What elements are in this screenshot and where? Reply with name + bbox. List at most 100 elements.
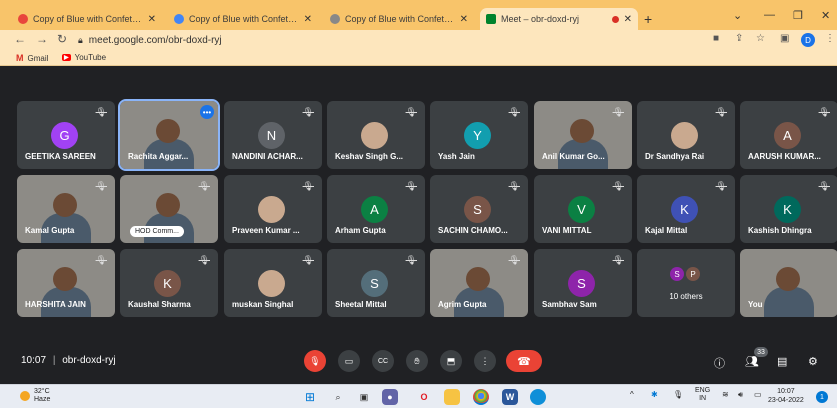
mic-muted-icon: 🎙︎ — [508, 107, 520, 117]
participant-tile[interactable]: 🎙︎ Keshav Singh G... — [327, 101, 425, 169]
participant-tile[interactable]: 🎙︎ HOD Comm... — [120, 175, 218, 243]
search-icon[interactable]: ⌕ — [330, 389, 346, 405]
participant-tile[interactable]: 🎙︎ muskan Singhal — [224, 249, 322, 317]
opera-icon[interactable]: O — [416, 389, 432, 405]
people-icon[interactable]: 👥︎ — [745, 355, 759, 368]
forward-icon[interactable]: → — [36, 32, 48, 46]
system-clock[interactable]: 10:07 23-04-2022 — [768, 387, 804, 405]
file-explorer-icon[interactable] — [444, 389, 460, 405]
window-close-icon[interactable]: ✕ — [821, 9, 830, 22]
bookmark-gmail[interactable]: M Gmail — [16, 53, 48, 63]
address-bar[interactable]: 🔒︎ meet.google.com/obr-doxd-ryj — [78, 31, 698, 49]
participant-tile[interactable]: 🎙︎ HARSHITA JAIN — [17, 249, 115, 317]
participant-tile[interactable]: K 🎙︎ Kajal Mittal — [637, 175, 735, 243]
chrome-icon[interactable] — [473, 389, 489, 405]
side-panel-icon[interactable]: ▣ — [780, 33, 789, 44]
microphone-icon[interactable]: 🎙︎ — [673, 390, 683, 399]
tile-options-icon[interactable]: ••• — [200, 105, 214, 119]
mic-muted-icon: 🎙︎ — [612, 107, 624, 117]
new-tab-icon[interactable]: + — [644, 11, 652, 27]
participant-tile[interactable]: G 🎙︎ GEETIKA SAREEN — [17, 101, 115, 169]
bookmark-star-icon[interactable]: ☆ — [756, 33, 765, 44]
close-icon[interactable]: ✕ — [304, 14, 312, 25]
participant-tile[interactable]: Y 🎙︎ Yash Jain — [430, 101, 528, 169]
meet-favicon-icon — [486, 14, 496, 24]
browser-tab-2[interactable]: Copy of Blue with Confetti Classr ✕ — [168, 8, 318, 30]
restore-icon[interactable]: ❐ — [793, 9, 803, 22]
youtube-icon: ▶ — [62, 54, 71, 61]
participant-tile[interactable]: You — [740, 249, 837, 317]
mic-off-icon: 🎙︎ — [309, 355, 321, 366]
participant-tile[interactable]: 🎙︎ Kamal Gupta — [17, 175, 115, 243]
participant-tile[interactable]: N 🎙︎ NANDINI ACHAR... — [224, 101, 322, 169]
close-icon[interactable]: ✕ — [624, 14, 632, 25]
participant-tile[interactable]: S 🎙︎ Sambhav Sam — [534, 249, 632, 317]
wifi-icon[interactable]: ≋ — [722, 390, 729, 399]
participant-tile[interactable]: ••• Rachita Aggar... — [118, 99, 220, 171]
close-icon[interactable]: ✕ — [460, 14, 468, 25]
edge-icon[interactable] — [530, 389, 546, 405]
info-icon[interactable]: ⓘ — [714, 355, 725, 371]
participant-tile[interactable]: S 🎙︎ SACHIN CHAMO... — [430, 175, 528, 243]
menu-kebab-icon[interactable]: ⋮ — [825, 33, 835, 44]
share-icon[interactable]: ⇪ — [735, 33, 743, 44]
word-icon[interactable]: W — [502, 389, 518, 405]
mic-muted-icon: 🎙︎ — [95, 181, 107, 191]
bookmark-youtube[interactable]: ▶ YouTube — [62, 53, 106, 62]
chat-app-icon[interactable]: ● — [382, 389, 398, 405]
bluetooth-icon[interactable]: ✱ — [651, 390, 658, 399]
participant-tile[interactable]: S 🎙︎ Sheetal Mittal — [327, 249, 425, 317]
participant-tile[interactable]: 🎙︎ Anil Kumar Go... — [534, 101, 632, 169]
present-button[interactable]: ⬒ — [440, 350, 462, 372]
mini-avatar: P — [686, 267, 700, 281]
close-icon[interactable]: ✕ — [148, 14, 156, 25]
participant-video — [570, 119, 594, 143]
camera-in-use-icon[interactable]: ■ — [713, 33, 719, 44]
participant-tile[interactable]: 🎙︎ Praveen Kumar ... — [224, 175, 322, 243]
show-hidden-icons[interactable]: ^ — [630, 390, 634, 399]
battery-icon[interactable]: ▭ — [754, 390, 762, 399]
profile-avatar[interactable]: D — [801, 33, 815, 47]
participant-name: SACHIN CHAMO... — [438, 226, 508, 235]
raise-hand-button[interactable]: ✋︎ — [406, 350, 428, 372]
participant-tile[interactable]: V 🎙︎ VANI MITTAL — [534, 175, 632, 243]
meeting-time: 10:07 — [21, 355, 47, 366]
notification-icon[interactable]: 1 — [816, 391, 828, 403]
participant-video — [156, 119, 180, 143]
leave-call-button[interactable]: ☎︎ — [506, 350, 542, 372]
volume-icon[interactable]: 🔊︎ — [738, 390, 743, 400]
participant-tile[interactable]: 🎙︎ Dr Sandhya Rai — [637, 101, 735, 169]
others-tile[interactable]: S P 10 others — [637, 249, 735, 317]
tab-search-icon[interactable]: ⌄ — [733, 9, 742, 22]
mic-muted-icon: 🎙︎ — [508, 255, 520, 265]
reload-icon[interactable]: ↻ — [57, 32, 67, 46]
captions-button[interactable]: CC — [372, 350, 394, 372]
participant-tile[interactable]: A 🎙︎ Arham Gupta — [327, 175, 425, 243]
participant-tile[interactable]: K 🎙︎ Kashish Dhingra — [740, 175, 837, 243]
language-indicator[interactable]: ENG IN — [695, 387, 710, 403]
participant-tile[interactable]: K 🎙︎ Kaushal Sharma — [120, 249, 218, 317]
back-icon[interactable]: ← — [14, 32, 26, 46]
windows-start-icon[interactable]: ⊞ — [302, 389, 318, 405]
mic-muted-icon: 🎙︎ — [508, 181, 520, 191]
browser-tab-3[interactable]: Copy of Blue with Confetti Classr ✕ — [324, 8, 474, 30]
mic-muted-icon: 🎙︎ — [612, 255, 624, 265]
participant-name: Anil Kumar Go... — [542, 152, 605, 161]
participant-avatar: N — [258, 122, 285, 149]
mic-muted-icon: 🎙︎ — [198, 181, 210, 191]
more-options-button[interactable]: ⋮ — [474, 350, 496, 372]
mic-muted-icon: 🎙︎ — [715, 181, 727, 191]
minimize-icon[interactable]: — — [764, 9, 775, 21]
participant-tile[interactable]: 🎙︎ Agrim Gupta — [430, 249, 528, 317]
mic-off-button[interactable]: 🎙︎ — [304, 350, 326, 372]
browser-tab-1[interactable]: Copy of Blue with Confetti Classr ✕ — [12, 8, 162, 30]
browser-tab-meet[interactable]: Meet – obr-doxd-ryj ✕ — [480, 8, 638, 30]
present-icon: ⬒ — [446, 355, 456, 366]
profile-photo — [671, 122, 698, 149]
participant-tile[interactable]: A 🎙︎ AARUSH KUMAR... — [740, 101, 837, 169]
activities-icon[interactable]: ⚙︎ — [808, 355, 818, 368]
task-view-icon[interactable]: ▣ — [356, 389, 372, 405]
chat-icon[interactable]: ▤ — [777, 355, 787, 368]
weather-widget[interactable]: 32°C Haze — [20, 388, 50, 404]
camera-button[interactable]: ▭ — [338, 350, 360, 372]
